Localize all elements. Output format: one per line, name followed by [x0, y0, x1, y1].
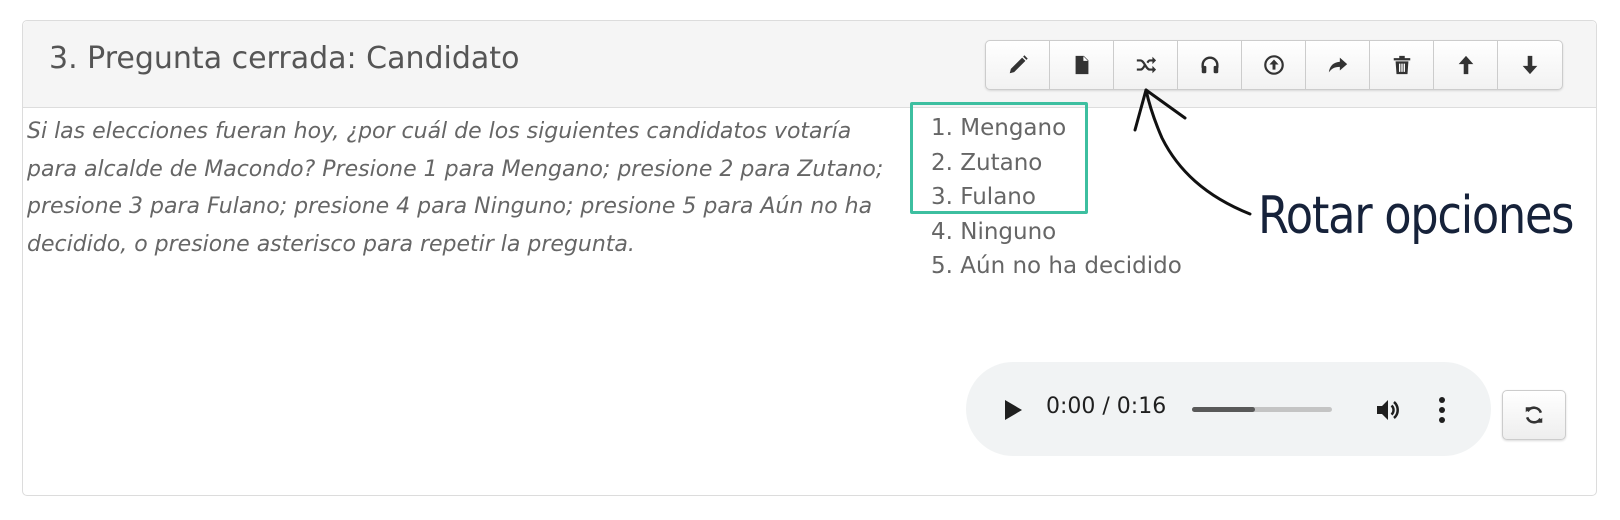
share-icon	[1328, 57, 1347, 73]
refresh-button[interactable]	[1502, 390, 1566, 440]
shuffle-button[interactable]	[1114, 41, 1178, 89]
audio-time: 0:00 / 0:16	[1046, 394, 1167, 419]
document-icon	[1075, 55, 1088, 75]
file-button[interactable]	[1050, 41, 1114, 89]
rotated-options-highlight	[910, 102, 1088, 214]
arrow-up-icon	[1458, 55, 1473, 75]
headphones-icon	[1200, 56, 1219, 74]
trash-icon	[1393, 55, 1410, 75]
forward-button[interactable]	[1306, 41, 1370, 89]
list-item: 4. Ninguno	[931, 218, 1057, 245]
audio-player: 0:00 / 0:16	[966, 362, 1491, 456]
panel-title: 3. Pregunta cerrada: Candidato	[49, 41, 520, 76]
pencil-icon	[1009, 55, 1028, 74]
delete-button[interactable]	[1370, 41, 1434, 89]
refresh-icon	[1525, 406, 1543, 424]
shuffle-icon	[1136, 56, 1156, 74]
audio-button[interactable]	[1178, 41, 1242, 89]
question-toolbar	[985, 40, 1563, 90]
panel-header: 3. Pregunta cerrada: Candidato	[23, 21, 1596, 108]
upload-icon	[1263, 55, 1284, 75]
upload-button[interactable]	[1242, 41, 1306, 89]
list-item: 5. Aún no ha decidido	[931, 253, 1182, 279]
move-down-button[interactable]	[1498, 41, 1562, 89]
annotation-label: Rotar opciones	[1258, 186, 1574, 246]
audio-progress-bar[interactable]	[1192, 407, 1332, 412]
more-options-icon[interactable]	[1438, 396, 1446, 424]
volume-icon[interactable]	[1374, 396, 1402, 424]
arrow-down-icon	[1522, 55, 1538, 75]
move-up-button[interactable]	[1434, 41, 1498, 89]
play-icon[interactable]	[1002, 398, 1024, 422]
question-text: Si las elecciones fueran hoy, ¿por cuál …	[27, 119, 884, 257]
audio-progress-fill	[1192, 407, 1255, 412]
edit-button[interactable]	[986, 41, 1050, 89]
